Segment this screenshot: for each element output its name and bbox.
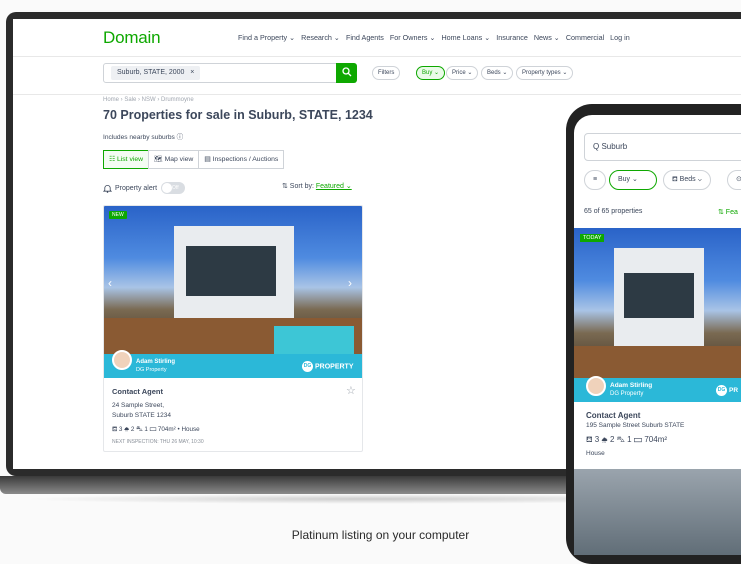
price-dropdown[interactable]: Price ⌄	[446, 66, 479, 80]
nav-find-property[interactable]: Find a Property ⌄	[238, 33, 295, 42]
agent-avatar	[112, 350, 132, 370]
phone-result-count: 65 of 65 properties	[584, 208, 643, 215]
listing-photo[interactable]: NEW ‹ ›	[104, 206, 362, 354]
tab-inspections-auctions[interactable]: ▤ Inspections / Auctions	[198, 150, 285, 169]
phone-agent-name: Adam Stirling	[610, 382, 653, 389]
phone-house-window	[624, 273, 694, 318]
phone-agency-logo: DG PR	[716, 385, 738, 396]
agent-name: Adam Stirling	[136, 359, 176, 365]
phone-sort-control[interactable]: ⇅ Fea	[718, 208, 738, 216]
price-label: Price ⌄	[452, 70, 473, 76]
sort-control[interactable]: ⇅ Sort by: Featured ⌄	[282, 182, 352, 190]
beds-label: Beds ⌄	[487, 70, 508, 76]
favourite-star-icon[interactable]: ☆	[346, 384, 356, 397]
phone-next-listing-photo[interactable]	[574, 469, 741, 555]
beds-dropdown[interactable]: Beds ⌄	[481, 66, 514, 80]
sort-value[interactable]: Featured ⌄	[316, 183, 352, 190]
next-photo-icon[interactable]: ›	[348, 276, 352, 290]
caption-text: Platinum listing on your computer	[291, 528, 470, 542]
agent-bar[interactable]: Adam Stirling DG Property DG PROPERTY	[104, 350, 362, 378]
domain-logo[interactable]: Domain	[103, 28, 161, 48]
phone-listing-price: Contact Agent	[586, 411, 641, 420]
phone-property-type: House	[586, 450, 605, 457]
phone-buy-dropdown[interactable]: Buy ⌄	[609, 170, 657, 190]
caption: Platinum listing on your computer	[0, 528, 741, 542]
nav-find-agents[interactable]: Find Agents	[346, 33, 384, 42]
property-alert-label: Property alert	[115, 184, 158, 192]
listing-price: Contact Agent	[112, 387, 163, 396]
house-window	[186, 246, 276, 296]
tab-list-view[interactable]: ☷ List view	[103, 150, 150, 169]
sort-label: ⇅ Sort by:	[282, 183, 314, 190]
phone-agency-logo-mark: DG	[716, 385, 727, 396]
breadcrumb[interactable]: Home › Sale › NSW › Drummoyne	[103, 97, 194, 103]
chip-remove-icon[interactable]: ×	[190, 69, 194, 76]
nav-research[interactable]: Research ⌄	[301, 33, 340, 42]
phone-listing-photo[interactable]: TODAY	[574, 228, 741, 378]
nav-for-owners[interactable]: For Owners ⌄	[390, 33, 436, 42]
phone-listing-address[interactable]: 195 Sample Street Suburb STATE	[586, 422, 684, 429]
main-nav: Find a Property ⌄ Research ⌄ Find Agents…	[238, 33, 636, 42]
listing-card[interactable]: NEW ‹ › Adam Stirling DG Property DG PROP…	[103, 205, 363, 452]
nav-home-loans[interactable]: Home Loans ⌄	[441, 33, 490, 42]
phone-deck-image	[574, 346, 741, 378]
phone-agent-bar[interactable]: Adam Stirling DG Property DG PR	[574, 376, 741, 402]
property-alert-toggle[interactable]: Off	[161, 182, 186, 194]
chip-label: Suburb, STATE, 2000	[117, 69, 185, 76]
location-chip[interactable]: Suburb, STATE, 2000 ×	[111, 66, 201, 80]
phone-listing-features: ⛾ 3 ⛆ 2 ⛍ 1 ▭ 704m²	[586, 435, 668, 444]
nav-news[interactable]: News ⌄	[534, 33, 560, 42]
pool-image	[274, 326, 354, 354]
phone-beds-dropdown[interactable]: ⛾ Beds ⌄	[663, 170, 711, 190]
filters-label: Filters	[378, 70, 395, 76]
today-badge: TODAY	[580, 234, 605, 242]
filters-button[interactable]: Filters	[372, 66, 401, 80]
nav-login[interactable]: Log in	[610, 33, 630, 42]
agency-logo-text: PROPERTY	[315, 363, 354, 371]
bell-icon	[103, 184, 112, 193]
phone-more-filter[interactable]: ⊙	[727, 170, 741, 190]
property-types-dropdown[interactable]: Property types ⌄	[516, 66, 574, 80]
view-tabs: ☷ List view 🗺 Map view ▤ Inspections / A…	[103, 150, 285, 169]
agency-logo: DG PROPERTY	[302, 361, 354, 372]
property-types-label: Property types ⌄	[522, 70, 568, 76]
property-alert-row: Property alert Off	[103, 182, 186, 194]
buy-label: Buy ⌄	[422, 70, 440, 76]
phone-agency-logo-text: PR	[729, 387, 739, 395]
phone-agent-avatar	[586, 376, 606, 396]
page-title: 70 Properties for sale in Suburb, STATE,…	[103, 108, 373, 122]
listing-features: ⛾ 3 ⛆ 2 ⛍ 1 ▭ 704m² • House	[112, 426, 200, 433]
nav-insurance[interactable]: Insurance	[496, 33, 528, 42]
tab-map-view[interactable]: 🗺 Map view	[148, 150, 200, 169]
address-line-2: Suburb STATE 1234	[112, 412, 172, 419]
address-line-1: 24 Sample Street,	[112, 402, 165, 409]
nav-commercial[interactable]: Commercial	[566, 33, 604, 42]
search-icon	[341, 67, 351, 77]
phone-agent-company: DG Property	[610, 391, 644, 397]
nearby-suburbs-note[interactable]: Includes nearby suburbs ⓘ	[103, 131, 183, 141]
agency-logo-mark: DG	[302, 361, 313, 372]
agent-company: DG Property	[136, 367, 167, 373]
listing-address[interactable]: 24 Sample Street, Suburb STATE 1234	[112, 401, 171, 421]
next-inspection: NEXT INSPECTION: THU 26 MAY, 10:30	[112, 439, 204, 445]
phone-filters-button[interactable]: ≡	[584, 170, 607, 190]
buy-dropdown[interactable]: Buy ⌄	[416, 66, 446, 80]
prev-photo-icon[interactable]: ‹	[108, 276, 112, 290]
phone-search-input[interactable]: Q Suburb	[584, 133, 741, 161]
search-button[interactable]	[336, 63, 357, 83]
phone-screen: Q Suburb ≡ Buy ⌄ ⛾ Beds ⌄ ⊙ 65 of 65 pro…	[574, 115, 741, 555]
new-badge: NEW	[109, 211, 127, 219]
